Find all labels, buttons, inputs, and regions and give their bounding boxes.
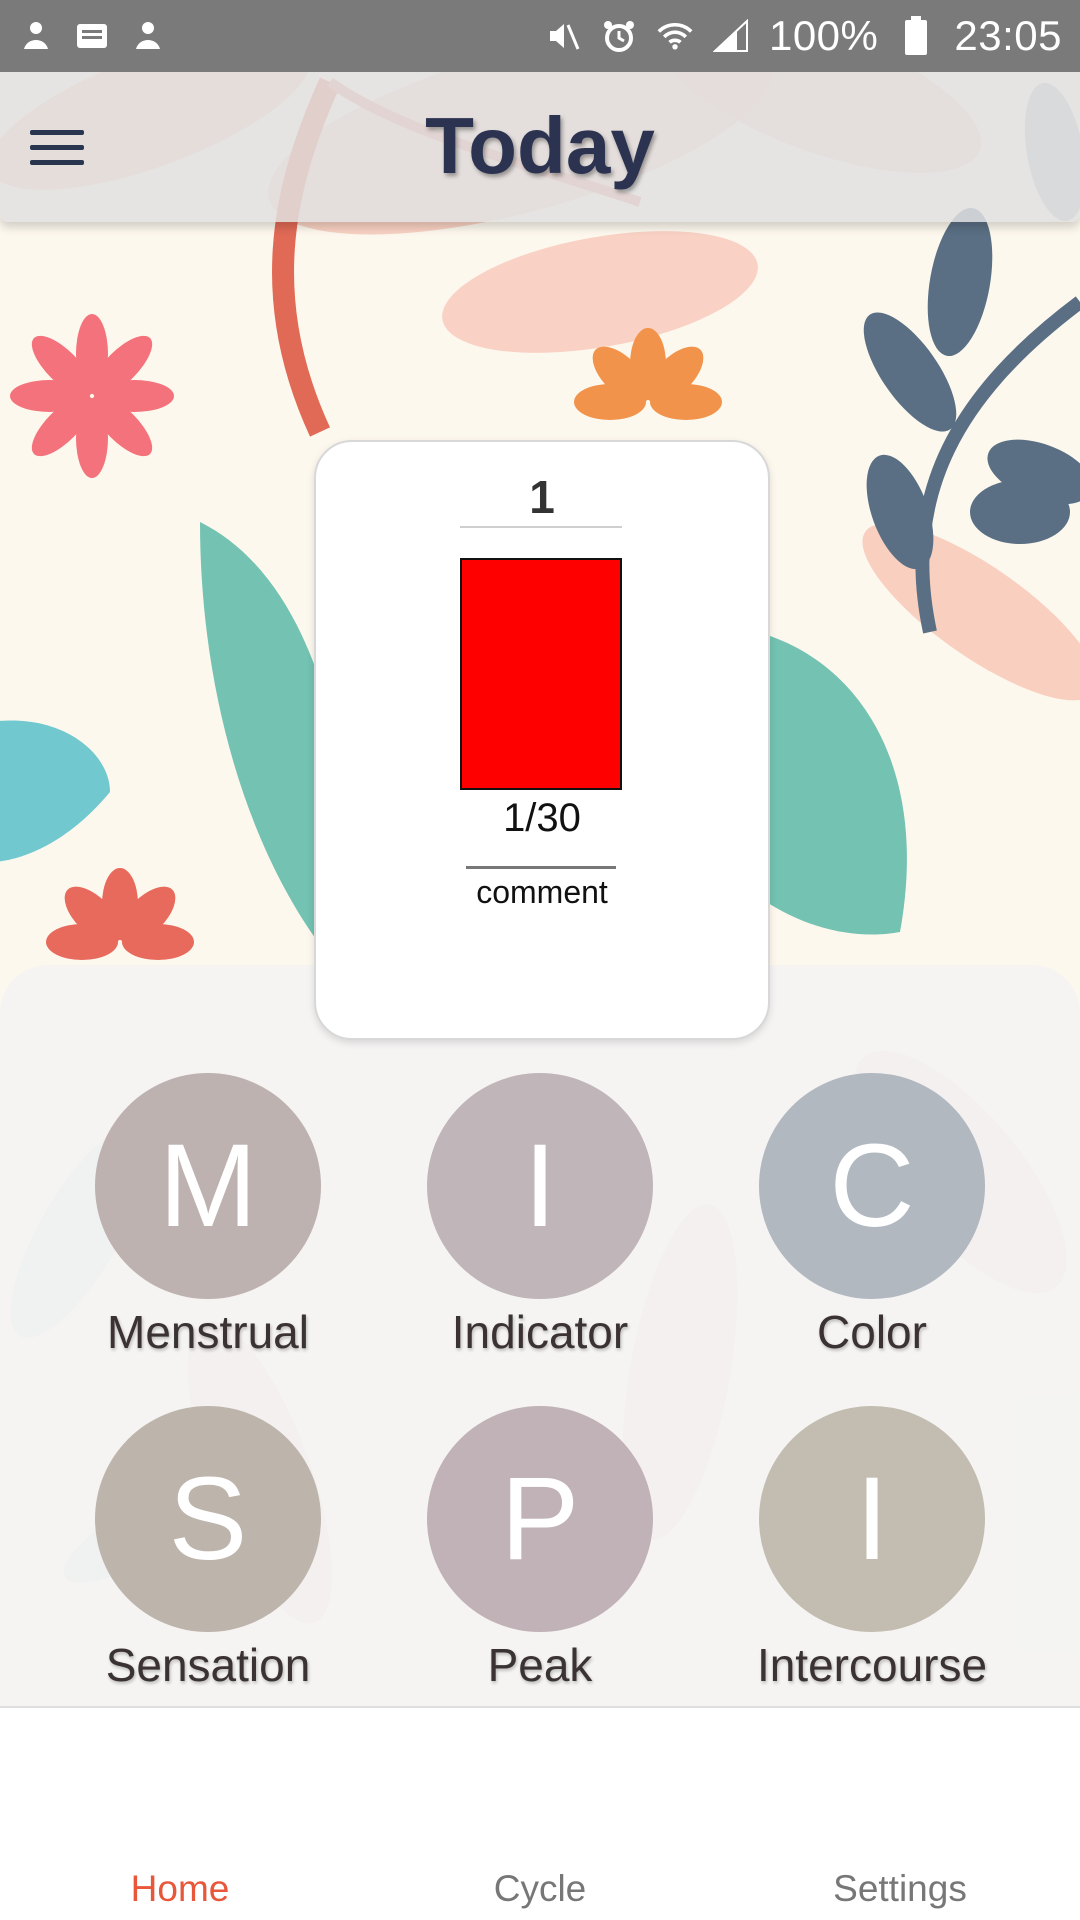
comment-divider xyxy=(466,866,616,869)
notification-icon xyxy=(18,18,54,54)
status-right-icons: 100% 23:05 xyxy=(545,12,1062,60)
menstrual-circle-button[interactable]: M xyxy=(95,1073,321,1299)
comment-field[interactable]: comment xyxy=(316,874,768,911)
signal-icon xyxy=(712,18,749,54)
bottom-nav: Home Cycle Settings xyxy=(0,1706,1080,1920)
page-title: Today xyxy=(425,101,655,190)
notification-icon xyxy=(130,18,166,54)
nav-cycle[interactable]: Cycle xyxy=(360,1868,720,1910)
alarm-icon xyxy=(601,18,637,54)
day-card[interactable]: 1 1/30 comment xyxy=(314,440,770,1040)
color-circle-button[interactable]: C xyxy=(759,1073,985,1299)
indicator-circle-button[interactable]: I xyxy=(427,1073,653,1299)
cycle-day-counter: 1/30 xyxy=(503,796,581,840)
nav-settings[interactable]: Settings xyxy=(720,1868,1080,1910)
nav-home[interactable]: Home xyxy=(0,1868,360,1910)
app-bar: Today xyxy=(0,72,1080,222)
option-sensation[interactable]: S Sensation xyxy=(88,1406,328,1692)
option-indicator[interactable]: I Indicator xyxy=(420,1073,660,1359)
battery-icon xyxy=(898,16,934,55)
option-label: Sensation xyxy=(105,1639,311,1691)
option-label: Menstrual xyxy=(107,1306,309,1358)
intercourse-circle-button[interactable]: I xyxy=(759,1406,985,1632)
day-number: 1 xyxy=(529,471,555,523)
cycle-stamp xyxy=(460,558,622,790)
status-time: 23:05 xyxy=(954,12,1062,59)
peak-circle-button[interactable]: P xyxy=(427,1406,653,1632)
screen: 100% 23:05 Today 1 1/30 comment M Menstr… xyxy=(0,0,1080,1920)
option-label: Peak xyxy=(487,1639,593,1691)
day-divider xyxy=(460,526,622,528)
option-color[interactable]: C Color xyxy=(752,1073,992,1359)
wifi-icon xyxy=(657,18,693,54)
option-peak[interactable]: P Peak xyxy=(420,1406,660,1692)
battery-percent: 100% xyxy=(768,12,879,59)
status-left-icons xyxy=(18,18,166,54)
mute-icon xyxy=(545,18,581,54)
status-bar: 100% 23:05 xyxy=(0,0,1080,72)
sensation-circle-button[interactable]: S xyxy=(95,1406,321,1632)
option-label: Color xyxy=(817,1306,927,1358)
option-menstrual[interactable]: M Menstrual xyxy=(88,1073,328,1359)
message-icon xyxy=(74,18,110,54)
option-label: Intercourse xyxy=(756,1639,988,1691)
option-intercourse[interactable]: I Intercourse xyxy=(752,1406,992,1692)
option-label: Indicator xyxy=(451,1306,629,1358)
